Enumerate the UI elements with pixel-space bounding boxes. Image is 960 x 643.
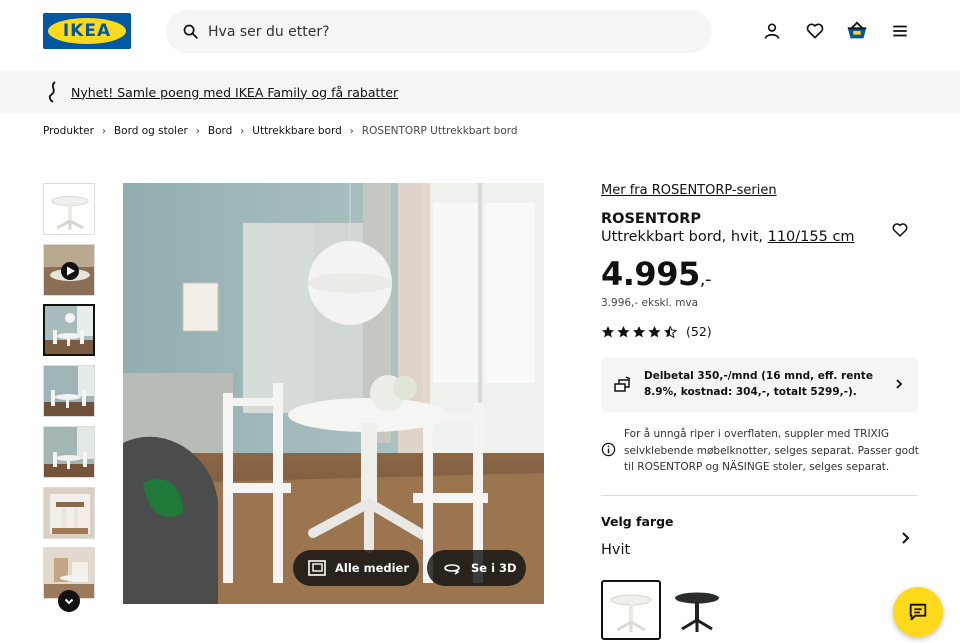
chevron-right-icon: › (101, 125, 106, 137)
thumbnail-room-3[interactable] (43, 426, 95, 478)
series-link[interactable]: Mer fra ROSENTORP-serien (601, 183, 777, 198)
heart-icon[interactable] (803, 19, 827, 43)
chevron-right-icon (896, 379, 903, 389)
finance-text: Delbetal 350,-/mnd (16 mnd, eff. rente 8… (644, 370, 873, 398)
chevron-right-icon: › (195, 125, 200, 137)
color-swatch-white[interactable] (601, 580, 661, 640)
rating[interactable]: (52) (601, 324, 712, 339)
rating-stars-icon (602, 325, 677, 338)
ikea-logo[interactable]: IKEA (43, 13, 131, 49)
search-input[interactable] (208, 23, 668, 40)
family-banner-link[interactable]: Nyhet! Samle poeng med IKEA Family og få… (71, 85, 398, 100)
info-icon (601, 442, 616, 457)
thumbnail-room-2[interactable] (43, 365, 95, 417)
color-swatch-black[interactable] (667, 580, 727, 640)
chat-icon (909, 603, 927, 621)
breadcrumb-item-tables-chairs[interactable]: Bord og stoler (114, 125, 188, 137)
logo-oval: IKEA (48, 18, 126, 44)
thumbnail-room-1[interactable] (43, 304, 95, 356)
product-size-link[interactable]: 110/155 cm (768, 229, 855, 245)
3d-rotate-icon (444, 564, 460, 575)
add-to-favourites-button[interactable] (889, 219, 911, 241)
product-description: Uttrekkbart bord, hvit, 110/155 cm (601, 229, 855, 245)
dining-room-photo (123, 183, 544, 604)
product-price: 4.995,- (601, 255, 711, 293)
family-banner: Nyhet! Samle poeng med IKEA Family og få… (0, 71, 960, 113)
product-description-text: Uttrekkbart bord, hvit, (601, 229, 763, 245)
payment-icon (614, 376, 631, 392)
breadcrumb-item-products[interactable]: Produkter (43, 125, 94, 137)
all-media-label: Alle medier (335, 561, 410, 575)
view-3d-button[interactable]: Se i 3D (427, 550, 526, 586)
family-icon (44, 80, 64, 104)
price-suffix: ,- (699, 269, 712, 290)
breadcrumb-item-extendable-tables[interactable]: Uttrekkbare bord (252, 125, 342, 137)
logo-text: IKEA (62, 21, 112, 41)
breadcrumb-item-current: ROSENTORP Uttrekkbart bord (361, 125, 518, 137)
price-main: 4.995 (601, 255, 700, 293)
chevron-right-icon[interactable] (900, 531, 912, 545)
heart-icon (892, 223, 908, 237)
search-icon (183, 24, 198, 39)
thumbnail-video[interactable] (43, 244, 95, 296)
main-product-image[interactable]: Alle medier Se i 3D (123, 183, 544, 604)
divider (601, 495, 918, 496)
finance-offer[interactable]: Delbetal 350,-/mnd (16 mnd, eff. rente 8… (601, 358, 918, 412)
breadcrumb: Produkter › Bord og stoler › Bord › Uttr… (43, 125, 518, 137)
thumbnail-detail-1[interactable] (43, 487, 95, 539)
thumbnails-scroll-down-button[interactable] (58, 590, 80, 612)
user-icon[interactable] (760, 19, 784, 43)
search-bar[interactable] (166, 10, 712, 53)
view-3d-label: Se i 3D (471, 561, 517, 575)
rating-count: (52) (686, 324, 712, 339)
gallery-icon (308, 560, 326, 576)
thumbnail-product[interactable] (43, 183, 95, 235)
selected-color: Hvit (601, 542, 631, 558)
breadcrumb-item-tables[interactable]: Bord (208, 125, 232, 137)
chevron-right-icon: › (240, 125, 245, 137)
product-note-text: For å unngå riper i overflaten, suppler … (624, 428, 919, 473)
menu-icon[interactable] (888, 19, 912, 43)
chevron-down-icon (64, 598, 74, 605)
header: IKEA (0, 0, 960, 70)
chat-button[interactable] (893, 587, 943, 637)
product-name: ROSENTORP (601, 211, 701, 227)
price-ex-vat: 3.996,- ekskl. mva (601, 297, 699, 309)
all-media-button[interactable]: Alle medier (293, 550, 419, 586)
color-section-title: Velg farge (601, 514, 674, 529)
chevron-right-icon: › (349, 125, 354, 137)
cart-icon[interactable] (845, 19, 869, 43)
